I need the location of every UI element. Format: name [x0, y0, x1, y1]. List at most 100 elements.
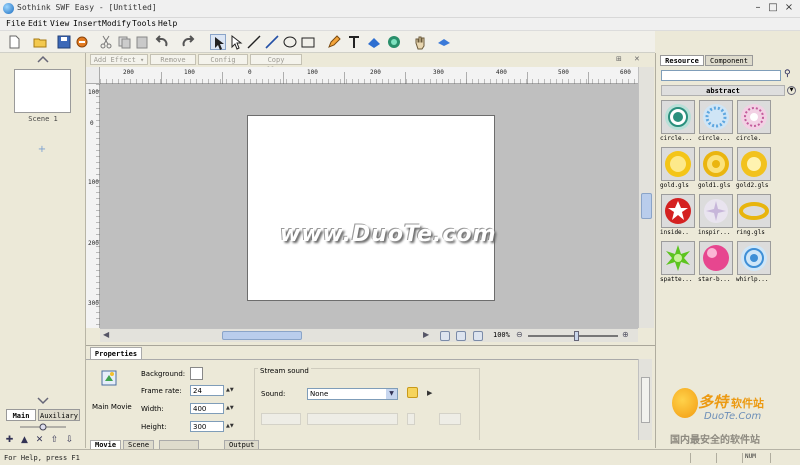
cut-icon[interactable] — [98, 34, 114, 50]
scroll-thumb[interactable] — [222, 331, 302, 340]
open-icon[interactable] — [32, 34, 48, 50]
open-folder-icon[interactable] — [407, 387, 418, 398]
scroll-thumb[interactable] — [641, 377, 650, 423]
scroll-right-icon[interactable]: ▶ — [423, 330, 429, 339]
remove-effect-button[interactable]: Remove — [150, 54, 196, 65]
tab-resource[interactable]: Resource — [660, 55, 704, 66]
close-button[interactable]: × — [783, 2, 795, 14]
thumbnail-size-slider[interactable] — [20, 423, 66, 431]
copy-effects-button[interactable]: Copy Effects — [250, 54, 302, 74]
chevron-down-icon[interactable]: ▼ — [787, 86, 796, 95]
center-icon[interactable] — [456, 331, 466, 341]
tab-main[interactable]: Main — [6, 409, 36, 421]
tab-auxiliary[interactable]: Auxiliary — [38, 409, 80, 421]
fit-icon[interactable] — [440, 331, 450, 341]
search-icon[interactable]: ⚲ — [784, 69, 795, 80]
save-icon[interactable] — [56, 34, 72, 50]
resource-item[interactable]: star-b... — [698, 241, 733, 288]
resource-search-input[interactable] — [661, 70, 781, 81]
minimize-button[interactable]: – — [752, 2, 764, 14]
resource-item[interactable]: ring.gls — [736, 194, 771, 241]
maximize-button[interactable]: □ — [767, 2, 779, 14]
resource-item[interactable]: inspir... — [698, 194, 733, 241]
canvas-horizontal-scrollbar[interactable]: ◀ ▶ 100% ⊖ ⊕ — [100, 328, 638, 342]
zoom-out-icon[interactable]: ⊖ — [516, 330, 523, 339]
scene-thumbnail[interactable] — [14, 69, 71, 113]
close-icon[interactable]: ✕ — [634, 55, 640, 63]
frame-rate-stepper[interactable]: ▲▼ — [226, 385, 234, 396]
zoom-icon[interactable] — [436, 34, 452, 50]
play-icon[interactable]: ▶ — [427, 389, 432, 397]
text-icon[interactable] — [346, 34, 362, 50]
move-up-icon[interactable]: ⇧ — [49, 435, 60, 446]
pin-icon[interactable]: ⊞ — [616, 55, 622, 63]
resource-item[interactable]: gold.gls — [660, 147, 695, 194]
tab-properties[interactable]: Properties — [90, 347, 142, 359]
zoom-slider[interactable] — [528, 335, 618, 337]
resource-category[interactable]: abstract — [661, 85, 785, 96]
undo-icon[interactable] — [154, 34, 170, 50]
resource-item[interactable]: circle. — [736, 100, 771, 147]
delete-scene-icon[interactable]: ✕ — [34, 435, 45, 446]
menu-tools[interactable]: Tools — [132, 19, 156, 28]
add-effect-button[interactable]: Add Effect ▾ — [90, 54, 148, 65]
ring-icon — [739, 202, 769, 220]
menu-edit[interactable]: Edit — [28, 19, 47, 28]
hand-icon[interactable] — [412, 34, 428, 50]
new-icon[interactable] — [6, 34, 22, 50]
add-scene-button[interactable]: ✚ — [4, 435, 15, 446]
canvas-area[interactable] — [100, 84, 638, 328]
fill-icon[interactable] — [366, 34, 382, 50]
height-input[interactable]: 300 — [190, 421, 224, 432]
scroll-up-icon[interactable] — [37, 55, 49, 63]
menu-view[interactable]: View — [50, 19, 69, 28]
frame-rate-input[interactable]: 24 — [190, 385, 224, 396]
menu-file[interactable]: File — [6, 19, 25, 28]
background-color-swatch[interactable] — [190, 367, 203, 380]
main-movie-label: Main Movie — [92, 403, 132, 411]
zoom-in-icon[interactable]: ⊕ — [622, 330, 629, 339]
sound-icon[interactable] — [386, 34, 402, 50]
menu-insert[interactable]: Insert — [73, 19, 102, 28]
resource-label: ring.gls — [736, 229, 765, 236]
copy-icon[interactable] — [116, 34, 132, 50]
resource-item[interactable]: gold2.gls — [736, 147, 771, 194]
zoom-slider-knob[interactable] — [574, 331, 579, 341]
pen-line-icon[interactable] — [264, 34, 280, 50]
menu-help[interactable]: Help — [158, 19, 177, 28]
circle-teal-icon — [665, 104, 691, 130]
width-input[interactable]: 400 — [190, 403, 224, 414]
subselect-icon[interactable] — [228, 34, 244, 50]
width-stepper[interactable]: ▲▼ — [226, 403, 234, 414]
select-icon[interactable] — [210, 34, 226, 50]
add-scene-icon[interactable]: + — [37, 145, 47, 155]
resource-item[interactable]: spatte... — [660, 241, 695, 288]
stage[interactable] — [247, 115, 495, 301]
tab-component[interactable]: Component — [705, 55, 753, 66]
redo-icon[interactable] — [180, 34, 196, 50]
resource-item[interactable]: gold1.gls — [698, 147, 733, 194]
scroll-thumb[interactable] — [641, 193, 652, 219]
resource-item[interactable]: inside.. — [660, 194, 695, 241]
rectangle-icon[interactable] — [300, 34, 316, 50]
resource-item[interactable]: whirlp... — [736, 241, 771, 288]
canvas-vertical-scrollbar[interactable] — [638, 67, 654, 328]
resource-item[interactable]: circle... — [698, 100, 733, 147]
publish-icon[interactable] — [74, 34, 90, 50]
height-stepper[interactable]: ▲▼ — [226, 421, 234, 432]
ellipse-icon[interactable] — [282, 34, 298, 50]
config-effect-button[interactable]: Config — [198, 54, 248, 65]
insert-scene-icon[interactable]: ▲ — [19, 435, 30, 446]
properties-scrollbar[interactable] — [638, 359, 652, 449]
scroll-down-icon[interactable] — [37, 397, 49, 405]
grid-icon[interactable] — [473, 331, 483, 341]
line-icon[interactable] — [246, 34, 262, 50]
paste-icon[interactable] — [134, 34, 150, 50]
move-down-icon[interactable]: ⇩ — [64, 435, 75, 446]
menu-modify[interactable]: Modify — [102, 19, 131, 28]
resource-item[interactable]: circle... — [660, 100, 695, 147]
scroll-left-icon[interactable]: ◀ — [103, 330, 109, 339]
chevron-down-icon[interactable]: ▼ — [386, 389, 397, 399]
sound-select[interactable]: None ▼ — [307, 388, 398, 400]
pencil-icon[interactable] — [326, 34, 342, 50]
